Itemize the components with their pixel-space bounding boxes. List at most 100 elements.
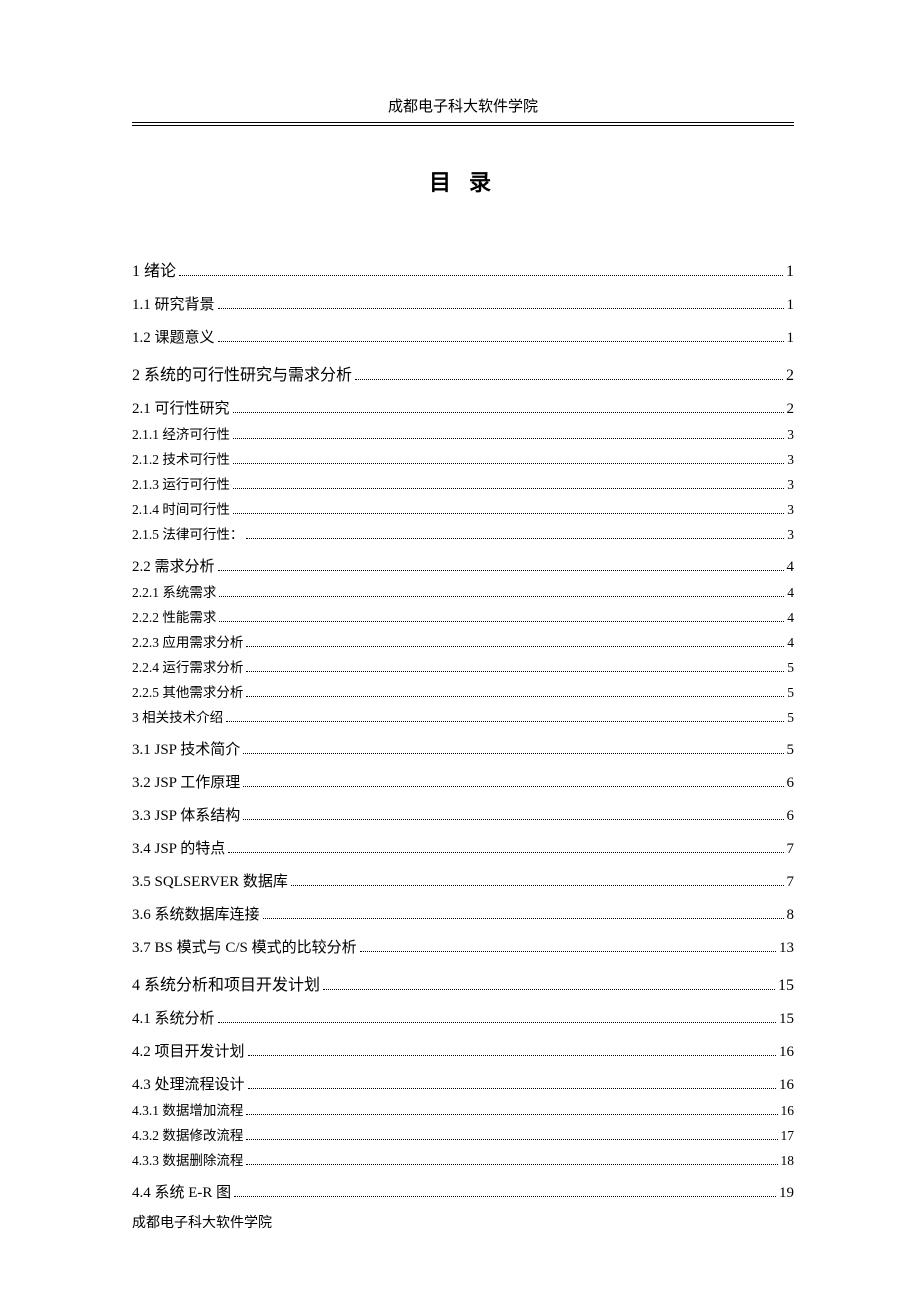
toc-entry[interactable]: 2.1.4 时间可行性3 [132,498,794,518]
toc-entry-page: 1 [787,330,795,347]
toc-entry-page: 1 [786,263,794,281]
toc-entry-label: 4 系统分析和项目开发计划 [132,971,320,995]
table-of-contents: 1 绪论11.1 研究背景11.2 课题意义12 系统的可行性研究与需求分析22… [132,257,794,1202]
toc-entry-label: 2 系统的可行性研究与需求分析 [132,361,352,385]
toc-leader-dots [233,488,784,489]
toc-entry[interactable]: 4.2 项目开发计划16 [132,1040,794,1061]
toc-entry-label: 1 绪论 [132,257,176,281]
toc-entry[interactable]: 3.7 BS 模式与 C/S 模式的比较分析 13 [132,936,794,957]
toc-entry[interactable]: 2.1.5 法律可行性： 3 [132,523,794,543]
toc-entry[interactable]: 3.2 JSP 工作原理 6 [132,771,794,792]
toc-entry[interactable]: 4.1 系统分析15 [132,1007,794,1028]
toc-entry[interactable]: 3.4 JSP 的特点7 [132,837,794,858]
toc-entry-label: 3.1 JSP 技术简介 [132,738,240,759]
toc-leader-dots [233,463,784,464]
toc-entry-page: 5 [787,660,794,676]
toc-entry[interactable]: 2.1 可行性研究 2 [132,397,794,418]
toc-entry[interactable]: 4.3.3 数据删除流程 18 [132,1149,794,1169]
toc-entry[interactable]: 2.2.2 性能需求 4 [132,606,794,626]
document-page: 成都电子科大软件学院 目 录 1 绪论11.1 研究背景11.2 课题意义12 … [0,0,920,1274]
toc-entry[interactable]: 1.2 课题意义1 [132,326,794,347]
toc-entry[interactable]: 3 相关技术介绍5 [132,706,794,726]
page-footer: 成都电子科大软件学院 [132,1212,272,1232]
toc-entry-label: 2.1.2 技术可行性 [132,448,230,468]
toc-leader-dots [246,1114,777,1115]
toc-leader-dots [218,341,784,342]
toc-entry[interactable]: 2.1.1 经济可行性 3 [132,423,794,443]
toc-entry[interactable]: 2.1.2 技术可行性3 [132,448,794,468]
toc-leader-dots [291,885,784,886]
toc-entry-page: 3 [787,527,794,543]
toc-entry-page: 6 [787,775,795,792]
toc-entry-label: 3.7 BS 模式与 C/S 模式的比较分析 [132,936,357,957]
toc-entry-label: 2.1.5 法律可行性： [132,523,243,543]
toc-entry-label: 3.2 JSP 工作原理 [132,771,240,792]
toc-entry[interactable]: 4.3.2 数据修改流程17 [132,1124,794,1144]
toc-entry-page: 4 [787,585,794,601]
toc-entry[interactable]: 4.3 处理流程设计16 [132,1073,794,1094]
toc-leader-dots [355,379,783,380]
toc-leader-dots [234,1196,776,1197]
toc-leader-dots [246,538,784,539]
toc-entry-label: 2.1 可行性研究 [132,397,230,418]
toc-entry-label: 4.3.1 数据增加流程 [132,1099,243,1119]
toc-entry[interactable]: 2.2.1 系统需求 4 [132,581,794,601]
toc-entry-page: 18 [781,1153,795,1169]
toc-leader-dots [219,621,784,622]
toc-leader-dots [246,671,784,672]
toc-entry[interactable]: 4 系统分析和项目开发计划15 [132,971,794,995]
toc-entry-page: 4 [787,610,794,626]
toc-entry-page: 4 [787,635,794,651]
toc-entry-label: 2.2.1 系统需求 [132,581,216,601]
toc-leader-dots [233,438,784,439]
toc-entry[interactable]: 2.2.5 其他需求分析5 [132,681,794,701]
toc-entry[interactable]: 2.2 需求分析4 [132,555,794,576]
toc-entry-label: 3.4 JSP 的特点 [132,837,225,858]
toc-entry-page: 16 [781,1103,795,1119]
toc-entry[interactable]: 1.1 研究背景1 [132,293,794,314]
toc-leader-dots [360,951,776,952]
toc-entry-page: 3 [787,427,794,443]
toc-entry[interactable]: 2.2.3 应用需求分析 4 [132,631,794,651]
toc-entry-page: 2 [786,367,794,385]
toc-entry-page: 15 [779,1011,794,1028]
toc-leader-dots [248,1055,776,1056]
toc-entry-page: 2 [787,401,795,418]
toc-entry-label: 2.1.1 经济可行性 [132,423,230,443]
toc-leader-dots [246,696,784,697]
toc-leader-dots [243,819,783,820]
toc-entry-page: 5 [787,742,795,759]
toc-title: 目 录 [132,165,794,197]
toc-leader-dots [179,275,783,276]
toc-entry-label: 2.2.4 运行需求分析 [132,656,243,676]
toc-entry[interactable]: 2.2.4 运行需求分析 5 [132,656,794,676]
toc-leader-dots [246,646,784,647]
toc-entry-page: 1 [787,297,795,314]
toc-entry-label: 2.2.2 性能需求 [132,606,216,626]
toc-entry[interactable]: 3.6 系统数据库连接8 [132,903,794,924]
toc-entry-page: 13 [779,940,794,957]
toc-entry-label: 2.2.5 其他需求分析 [132,681,243,701]
toc-entry[interactable]: 3.1 JSP 技术简介 5 [132,738,794,759]
toc-entry-page: 19 [779,1185,794,1202]
toc-entry[interactable]: 4.4 系统 E-R 图19 [132,1181,794,1202]
toc-entry-label: 2.2 需求分析 [132,555,215,576]
toc-leader-dots [233,412,784,413]
toc-entry-page: 6 [787,808,795,825]
toc-entry-label: 2.1.3 运行可行性 [132,473,230,493]
toc-leader-dots [248,1088,776,1089]
toc-entry-page: 3 [787,502,794,518]
toc-entry[interactable]: 2.1.3 运行可行性 3 [132,473,794,493]
toc-entry-label: 2.2.3 应用需求分析 [132,631,243,651]
toc-entry[interactable]: 1 绪论 1 [132,257,794,281]
toc-leader-dots [218,308,784,309]
toc-entry-page: 3 [787,477,794,493]
toc-entry[interactable]: 4.3.1 数据增加流程 16 [132,1099,794,1119]
toc-entry[interactable]: 2 系统的可行性研究与需求分析 2 [132,361,794,385]
toc-entry-label: 3.5 SQLSERVER 数据库 [132,870,288,891]
toc-entry-label: 4.3 处理流程设计 [132,1073,245,1094]
toc-entry[interactable]: 3.3 JSP 体系结构6 [132,804,794,825]
toc-entry[interactable]: 3.5 SQLSERVER 数据库7 [132,870,794,891]
toc-leader-dots [243,753,783,754]
toc-entry-label: 4.3.3 数据删除流程 [132,1149,243,1169]
